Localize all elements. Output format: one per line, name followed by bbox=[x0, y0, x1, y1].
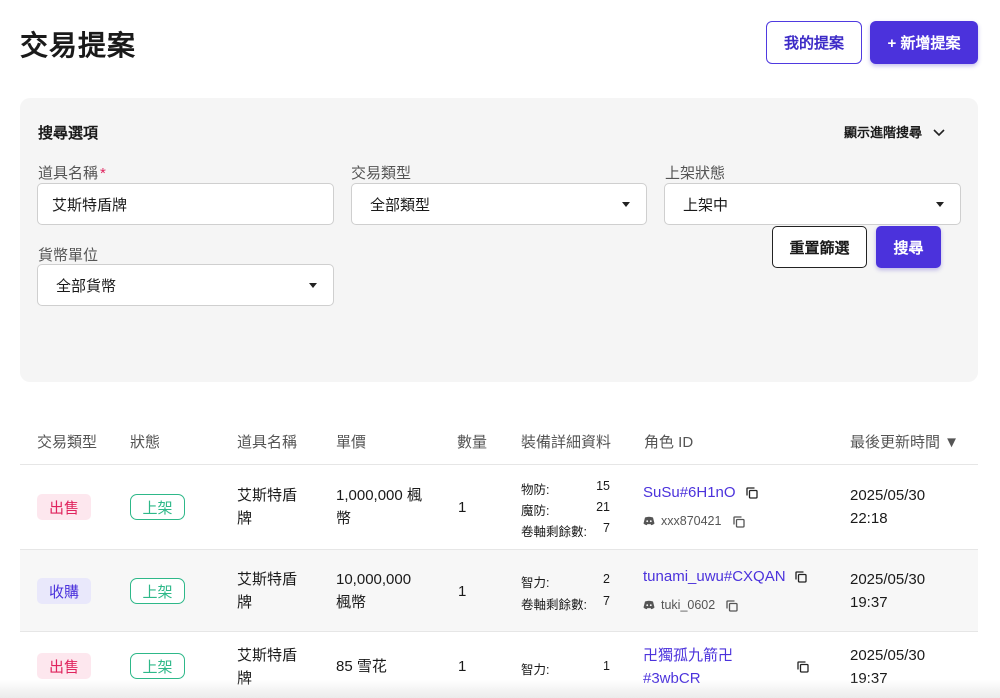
copy-icon[interactable] bbox=[797, 661, 809, 673]
last-updated-cell: 2025/05/30 19:37 bbox=[850, 571, 926, 611]
column-header-item-name[interactable]: 道具名稱 bbox=[237, 431, 297, 452]
trade-type-value: 全部類型 bbox=[370, 196, 431, 214]
advanced-search-toggle[interactable]: 顯示進階搜尋 bbox=[844, 122, 946, 141]
last-updated-cell: 2025/05/30 22:18 bbox=[850, 487, 926, 527]
currency-label: 貨幣單位 bbox=[38, 247, 99, 264]
copy-icon[interactable] bbox=[726, 600, 738, 612]
discord-handle: tuki_0602 bbox=[643, 598, 715, 612]
character-id-link[interactable]: SuSu#6H1nO bbox=[643, 481, 736, 504]
spec-name: 卷軸剩餘數: bbox=[521, 598, 587, 612]
character-id-link[interactable]: tunami_uwu#CXQAN bbox=[643, 565, 786, 588]
column-header-last-updated[interactable]: 最後更新時間 ▼ bbox=[850, 431, 959, 452]
copy-icon[interactable] bbox=[795, 571, 807, 583]
unit-price-cell: 85 雪花 bbox=[336, 658, 387, 675]
dropdown-caret-icon bbox=[309, 283, 317, 288]
listing-status-label: 上架狀態 bbox=[665, 165, 726, 182]
spec-value: 7 bbox=[603, 521, 610, 535]
quantity-cell: 1 bbox=[458, 658, 467, 675]
spec-value: 15 bbox=[596, 479, 610, 493]
chevron-down-icon bbox=[933, 128, 945, 136]
spec-name: 卷軸剩餘數: bbox=[521, 525, 587, 539]
status-badge: 上架 bbox=[130, 653, 185, 679]
required-mark: * bbox=[100, 165, 106, 182]
spec-value: 7 bbox=[603, 594, 610, 608]
currency-select[interactable]: 全部貨幣 bbox=[37, 264, 334, 306]
column-header-equipment-details[interactable]: 裝備詳細資料 bbox=[521, 431, 611, 452]
item-name-input[interactable]: 艾斯特盾牌 bbox=[37, 183, 334, 225]
item-name-value: 艾斯特盾牌 bbox=[52, 196, 128, 214]
quantity-cell: 1 bbox=[458, 499, 467, 516]
reset-filter-button[interactable]: 重置篩選 bbox=[772, 226, 867, 268]
spec-name: 物防: bbox=[521, 483, 550, 497]
item-name-cell: 艾斯特盾牌 bbox=[237, 647, 298, 687]
column-header-quantity[interactable]: 數量 bbox=[457, 431, 487, 452]
dropdown-caret-icon bbox=[622, 202, 630, 207]
listing-status-value: 上架中 bbox=[683, 196, 729, 214]
trade-type-badge: 收購 bbox=[37, 578, 92, 604]
listing-status-select[interactable]: 上架中 bbox=[664, 183, 961, 225]
table-row[interactable]: 收購 上架 艾斯特盾牌 10,000,000 楓幣 1 智力: 2 卷軸剩餘數: … bbox=[20, 550, 978, 632]
copy-icon[interactable] bbox=[733, 516, 745, 528]
column-header-status[interactable]: 狀態 bbox=[130, 431, 160, 452]
search-heading: 搜尋選項 bbox=[38, 125, 99, 142]
page-title: 交易提案 bbox=[20, 30, 137, 61]
copy-icon[interactable] bbox=[746, 487, 758, 499]
unit-price-cell: 1,000,000 楓幣 bbox=[336, 487, 422, 527]
discord-icon bbox=[643, 600, 655, 610]
search-button[interactable]: 搜尋 bbox=[876, 226, 941, 268]
spec-value: 2 bbox=[603, 572, 610, 586]
unit-price-cell: 10,000,000 楓幣 bbox=[336, 571, 412, 611]
discord-icon bbox=[643, 516, 655, 526]
column-header-unit-price[interactable]: 單價 bbox=[336, 431, 366, 452]
spec-name: 魔防: bbox=[521, 504, 550, 518]
dropdown-caret-icon bbox=[936, 202, 944, 207]
spec-name: 智力: bbox=[521, 576, 550, 590]
trade-type-badge: 出售 bbox=[37, 653, 92, 679]
table-row[interactable]: 出售 上架 艾斯特盾牌 85 雪花 1 智力: 1 卍獨孤九箭卍 #3wbCR 2… bbox=[20, 632, 978, 698]
column-header-character-id[interactable]: 角色 ID bbox=[644, 431, 693, 452]
item-name-label: 道具名稱 * bbox=[38, 165, 106, 182]
spec-name: 智力: bbox=[521, 663, 550, 677]
discord-handle: xxx870421 bbox=[643, 514, 721, 528]
status-badge: 上架 bbox=[130, 494, 185, 520]
new-proposal-button[interactable]: + 新增提案 bbox=[870, 21, 978, 64]
spec-value: 21 bbox=[596, 500, 610, 514]
character-id-link[interactable]: 卍獨孤九箭卍 #3wbCR bbox=[643, 644, 733, 690]
spec-value: 1 bbox=[603, 659, 610, 673]
item-name-cell: 艾斯特盾牌 bbox=[237, 571, 298, 611]
discord-name: tuki_0602 bbox=[661, 598, 716, 612]
trade-type-label: 交易類型 bbox=[351, 165, 412, 182]
status-badge: 上架 bbox=[130, 578, 185, 604]
trade-type-select[interactable]: 全部類型 bbox=[351, 183, 647, 225]
item-name-cell: 艾斯特盾牌 bbox=[237, 487, 298, 527]
my-proposals-button[interactable]: 我的提案 bbox=[766, 21, 862, 64]
advanced-search-label: 顯示進階搜尋 bbox=[843, 125, 922, 140]
table-row[interactable]: 出售 上架 艾斯特盾牌 1,000,000 楓幣 1 物防: 15 魔防: 21… bbox=[20, 465, 978, 550]
currency-value: 全部貨幣 bbox=[56, 277, 117, 295]
quantity-cell: 1 bbox=[458, 583, 467, 600]
trade-type-badge: 出售 bbox=[37, 494, 92, 520]
column-header-trade-type[interactable]: 交易類型 bbox=[37, 431, 97, 452]
last-updated-cell: 2025/05/30 19:37 bbox=[850, 647, 926, 687]
discord-name: xxx870421 bbox=[661, 514, 722, 528]
